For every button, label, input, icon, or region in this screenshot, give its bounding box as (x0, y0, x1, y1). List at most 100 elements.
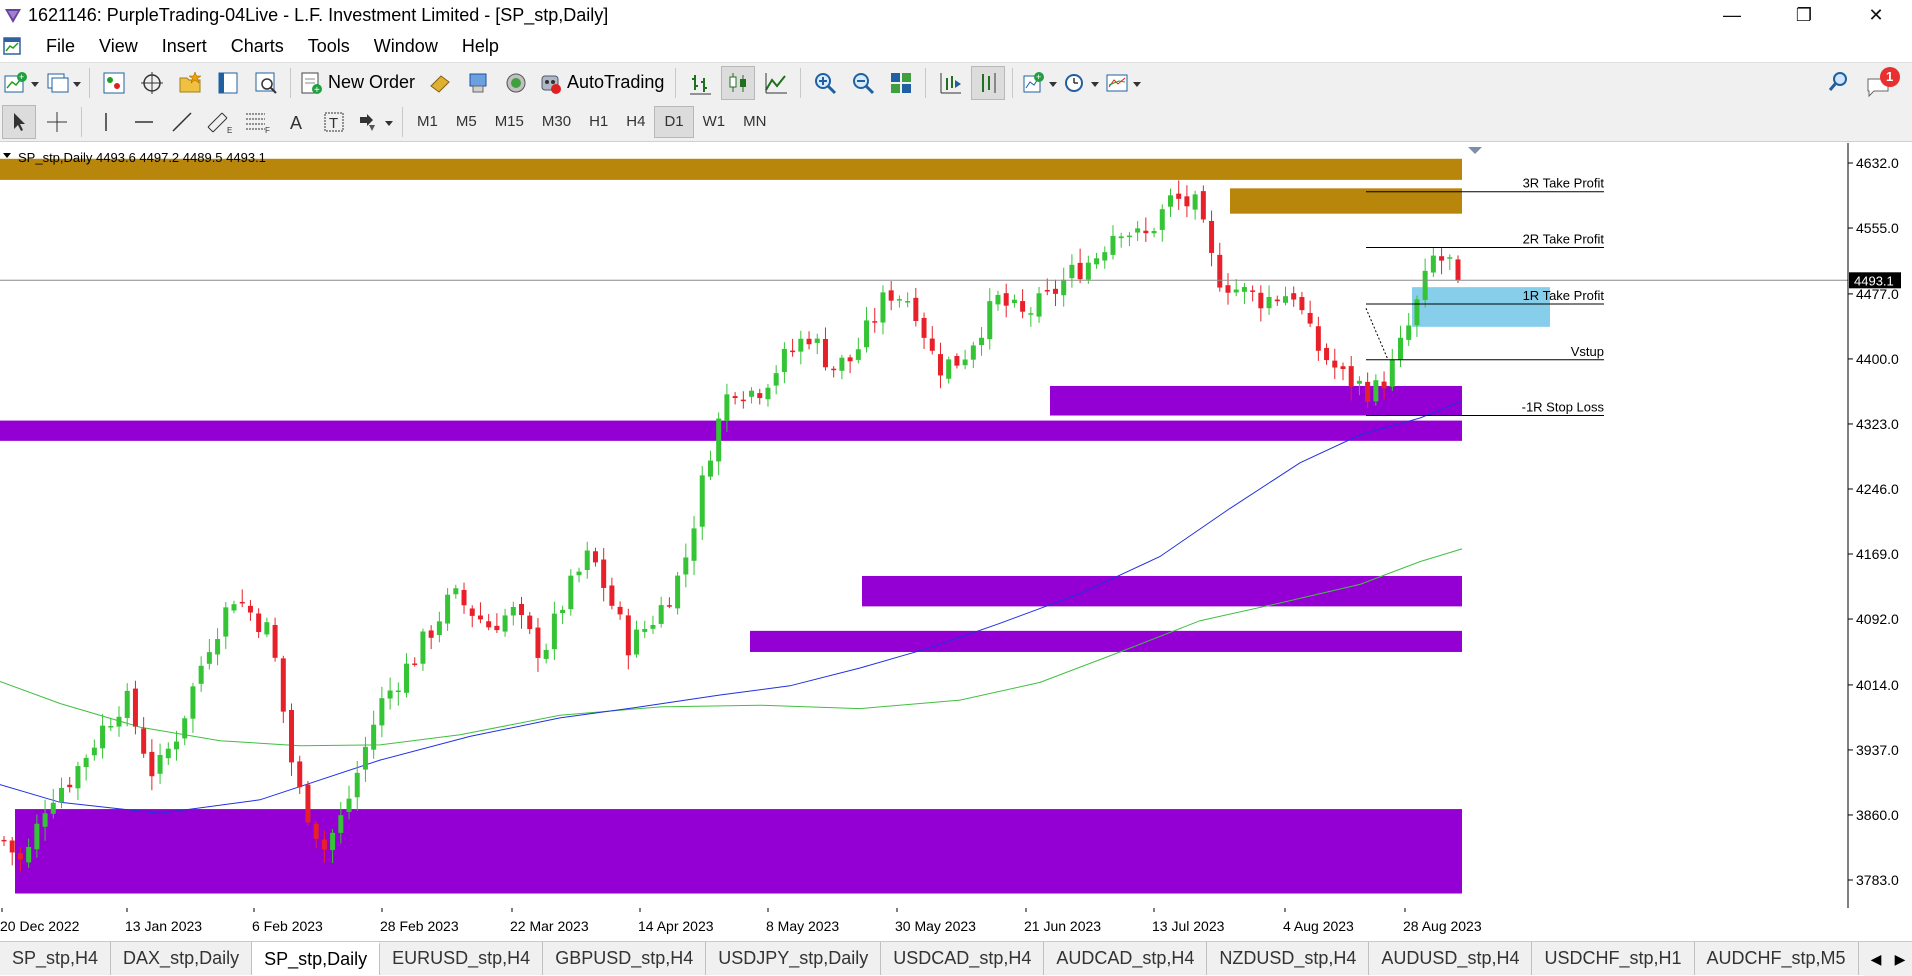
menu-help[interactable]: Help (450, 36, 511, 57)
svg-text:E: E (227, 126, 232, 135)
candle-body (190, 686, 196, 719)
candle-body (1126, 235, 1132, 238)
timeframe-m1[interactable]: M1 (408, 106, 447, 138)
signals-button[interactable] (461, 66, 495, 100)
zoom-in-icon (815, 72, 837, 94)
candlestick-chart-button[interactable] (721, 65, 756, 100)
tab-scroll-right-icon[interactable]: ▶ (1888, 951, 1912, 968)
chart-shift-button[interactable] (933, 66, 967, 100)
tab-eurusd-h4[interactable]: EURUSD_stp,H4 (380, 942, 544, 975)
bear-candle (305, 781, 311, 826)
tab-audcad-h4[interactable]: AUDCAD_stp,H4 (1044, 942, 1208, 975)
bar-chart-button[interactable] (683, 66, 717, 100)
notifications-button[interactable]: 1 (1862, 65, 1902, 102)
bear-candle (1455, 255, 1461, 284)
timeframe-m5[interactable]: M5 (447, 106, 486, 138)
tab-usdchf-h1[interactable]: USDCHF_stp,H1 (1532, 942, 1695, 975)
horizontal-line-button[interactable] (127, 105, 161, 139)
timeframe-m30[interactable]: M30 (533, 106, 580, 138)
new-chart-button[interactable]: + (2, 66, 40, 100)
title-bar: 1621146: PurpleTrading-04Live - L.F. Inv… (0, 0, 1912, 30)
vertical-line-button[interactable] (89, 105, 123, 139)
auto-scroll-button[interactable] (971, 65, 1006, 100)
close-button[interactable]: ✕ (1840, 0, 1912, 30)
price-chart[interactable]: 3R Take Profit 2R Take Profit 1R Take Prof… (0, 143, 1912, 912)
cursor-tool-button[interactable] (2, 104, 36, 139)
tab-usdcad-h4[interactable]: USDCAD_stp,H4 (881, 942, 1045, 975)
indicators-button[interactable]: + (1020, 66, 1058, 100)
zoom-out-button[interactable] (846, 66, 880, 100)
candle-body (34, 823, 40, 850)
tester-magnifier-icon (255, 72, 277, 94)
price-tick-label: 4169.0 (1856, 546, 1899, 562)
data-window-button[interactable] (135, 66, 169, 100)
templates-button[interactable] (1104, 66, 1142, 100)
text-label-icon: T (324, 112, 344, 132)
fibonacci-button[interactable]: F (241, 105, 275, 139)
candle-body (1291, 293, 1297, 300)
profiles-button[interactable] (44, 66, 82, 100)
candle-body (749, 390, 755, 397)
timeframe-h4[interactable]: H4 (617, 106, 654, 138)
metaeditor-button[interactable] (423, 66, 457, 100)
candle-body (272, 624, 278, 658)
menu-view[interactable]: View (87, 36, 150, 57)
tab-dax-daily[interactable]: DAX_stp,Daily (111, 942, 253, 975)
menu-insert[interactable]: Insert (150, 36, 219, 57)
text-tool-button[interactable]: A (279, 105, 313, 139)
candle-body (921, 317, 927, 338)
tab-sp-daily[interactable]: SP_stp,Daily (252, 942, 381, 975)
menu-file[interactable]: File (34, 36, 87, 57)
tab-nzdusd-h4[interactable]: NZDUSD_stp,H4 (1207, 942, 1370, 975)
line-chart-button[interactable] (759, 66, 793, 100)
candle-body (946, 359, 952, 379)
candle-body (634, 629, 640, 655)
timeframe-h1[interactable]: H1 (580, 106, 617, 138)
timeframe-m15[interactable]: M15 (486, 106, 533, 138)
tab-usdjpy-daily[interactable]: USDJPY_stp,Daily (706, 942, 882, 975)
tab-sp-h4[interactable]: SP_stp,H4 (0, 942, 112, 975)
strategy-tester-button[interactable] (249, 66, 283, 100)
chart-canvas[interactable]: 3R Take Profit 2R Take Profit 1R Take Prof… (0, 143, 1912, 912)
menu-window[interactable]: Window (362, 36, 450, 57)
candle-body (519, 603, 525, 616)
chart-window-icon[interactable] (2, 35, 24, 57)
candle-body (1266, 297, 1272, 309)
candle-body (896, 299, 902, 301)
timeframe-mn[interactable]: MN (734, 106, 775, 138)
menu-tools[interactable]: Tools (296, 36, 362, 57)
price-tick-label: 4632.0 (1856, 155, 1899, 171)
tab-gbpusd-h4[interactable]: GBPUSD_stp,H4 (543, 942, 707, 975)
candle-body (1077, 262, 1083, 280)
tab-audusd-h4[interactable]: AUDUSD_stp,H4 (1369, 942, 1533, 975)
minimize-button[interactable]: — (1696, 0, 1768, 30)
timeframe-d1[interactable]: D1 (654, 105, 694, 138)
price-tick-label: 4555.0 (1856, 220, 1899, 236)
candle-body (543, 649, 549, 659)
market-watch-button[interactable] (97, 66, 131, 100)
maximize-button[interactable]: ❐ (1768, 0, 1840, 30)
menu-charts[interactable]: Charts (219, 36, 296, 57)
autotrading-button[interactable]: AutoTrading (537, 66, 668, 100)
tab-audchf-m5[interactable]: AUDCHF_stp,M5 (1695, 942, 1859, 975)
notification-badge: 1 (1886, 69, 1894, 84)
navigator-button[interactable] (173, 66, 207, 100)
trendline-button[interactable] (165, 105, 199, 139)
market-button[interactable] (499, 66, 533, 100)
crosshair-tool-button[interactable] (40, 105, 74, 139)
equidistant-channel-button[interactable]: E (203, 105, 237, 139)
periods-button[interactable] (1062, 66, 1100, 100)
tile-windows-button[interactable] (884, 66, 918, 100)
terminal-button[interactable] (211, 66, 245, 100)
candle-body (1299, 297, 1305, 311)
arrows-menu-button[interactable] (355, 105, 395, 139)
tab-scroll-left-icon[interactable]: ◀ (1864, 951, 1888, 968)
terminal-icon (218, 72, 238, 93)
search-button[interactable] (1826, 69, 1852, 98)
new-order-button[interactable]: + New Order (298, 66, 419, 100)
timeframe-w1[interactable]: W1 (694, 106, 735, 138)
text-label-button[interactable]: T (317, 105, 351, 139)
candle-body (1020, 301, 1026, 312)
candle-body (954, 356, 960, 366)
zoom-in-button[interactable] (808, 66, 842, 100)
